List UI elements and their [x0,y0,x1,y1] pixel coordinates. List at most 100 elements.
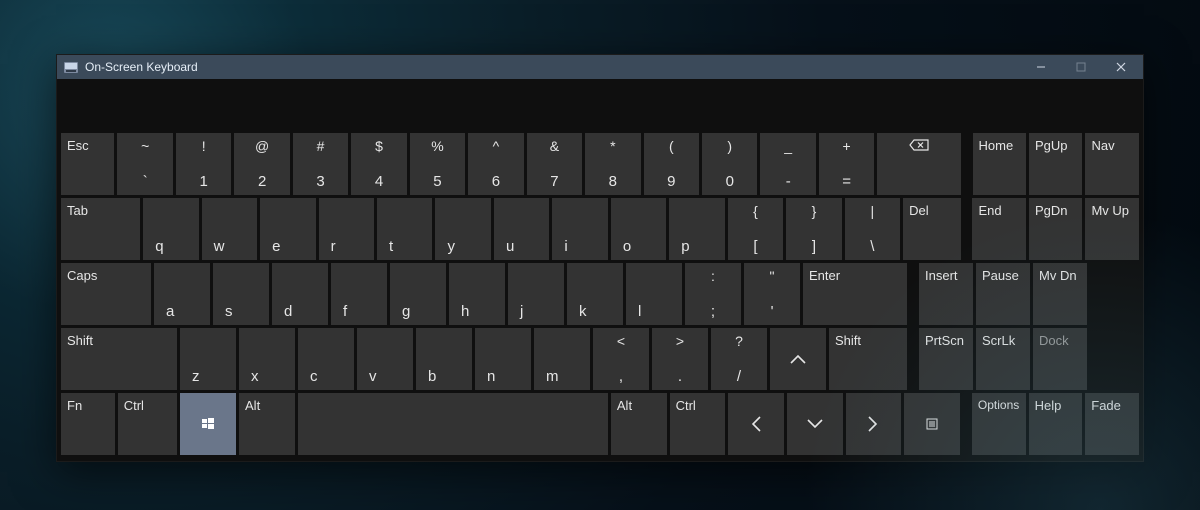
key-arrow-right[interactable] [846,393,902,455]
chevron-up-icon [789,353,807,365]
key-z[interactable]: z [180,328,236,390]
key-u[interactable]: u [494,198,549,260]
key-del[interactable]: Del [903,198,960,260]
key-punct[interactable]: :; [685,263,741,325]
chevron-down-icon [806,418,824,430]
keyboard: Esc ~`!1@2#3$4%5^6&7*8(9)0_-+= Home PgUp… [57,131,1143,461]
chevron-left-icon [750,415,762,433]
key-w[interactable]: w [202,198,257,260]
key-2[interactable]: @2 [234,133,289,195]
key-4[interactable]: $4 [351,133,406,195]
key-p[interactable]: p [669,198,724,260]
row-3: Caps asdfghjkl :;"' Enter Insert Pause M… [61,263,1139,325]
key-[[interactable]: {[ [728,198,783,260]
key-backspace[interactable] [877,133,960,195]
key-9[interactable]: (9 [644,133,699,195]
key-caps[interactable]: Caps [61,263,151,325]
key-j[interactable]: j [508,263,564,325]
key-windows[interactable] [180,393,236,455]
key-0[interactable]: )0 [702,133,757,195]
close-button[interactable] [1101,55,1141,79]
backspace-icon [909,139,929,151]
key-=[interactable]: += [819,133,874,195]
key-options[interactable]: Options [972,393,1026,455]
key-m[interactable]: m [534,328,590,390]
key-pgdn[interactable]: PgDn [1029,198,1082,260]
key-dock[interactable]: Dock [1033,328,1087,390]
key-prtscn[interactable]: PrtScn [919,328,973,390]
key-6[interactable]: ^6 [468,133,523,195]
key-punct[interactable]: "' [744,263,800,325]
key-`[interactable]: ~` [117,133,172,195]
titlebar: On-Screen Keyboard [57,55,1143,79]
key-h[interactable]: h [449,263,505,325]
key-end[interactable]: End [972,198,1025,260]
key-shift-right[interactable]: Shift [829,328,907,390]
key-8[interactable]: *8 [585,133,640,195]
key-f[interactable]: f [331,263,387,325]
key-tab[interactable]: Tab [61,198,140,260]
key-arrow-down[interactable] [787,393,843,455]
row-5: Fn Ctrl Alt Alt Ctrl [61,393,1139,455]
key-pgup[interactable]: PgUp [1029,133,1082,195]
key-y[interactable]: y [435,198,490,260]
key-b[interactable]: b [416,328,472,390]
key-ctrl-left[interactable]: Ctrl [118,393,178,455]
key-arrow-left[interactable] [728,393,784,455]
key-o[interactable]: o [611,198,666,260]
key-pause[interactable]: Pause [976,263,1030,325]
key-insert[interactable]: Insert [919,263,973,325]
row-2: Tab qwertyuiop {[}]|\ Del End PgDn Mv Up [61,198,1139,260]
context-menu-icon [926,418,938,430]
key-1[interactable]: !1 [176,133,231,195]
key-n[interactable]: n [475,328,531,390]
key-mvup[interactable]: Mv Up [1085,198,1138,260]
key-c[interactable]: c [298,328,354,390]
key-d[interactable]: d [272,263,328,325]
key-x[interactable]: x [239,328,295,390]
key-home[interactable]: Home [973,133,1026,195]
key-alt-left[interactable]: Alt [239,393,295,455]
key-i[interactable]: i [552,198,607,260]
key-l[interactable]: l [626,263,682,325]
key-context-menu[interactable] [904,393,960,455]
key-punct[interactable]: ?/ [711,328,767,390]
key-punct[interactable]: >. [652,328,708,390]
maximize-button [1061,55,1101,79]
row-1: Esc ~`!1@2#3$4%5^6&7*8(9)0_-+= Home PgUp… [61,133,1139,195]
key-fn[interactable]: Fn [61,393,115,455]
key-3[interactable]: #3 [293,133,348,195]
minimize-button[interactable] [1021,55,1061,79]
key-esc[interactable]: Esc [61,133,114,195]
key-q[interactable]: q [143,198,198,260]
key-a[interactable]: a [154,263,210,325]
key-scrlk[interactable]: ScrLk [976,328,1030,390]
key--[interactable]: _- [760,133,815,195]
key-t[interactable]: t [377,198,432,260]
key-fade[interactable]: Fade [1085,393,1139,455]
key-v[interactable]: v [357,328,413,390]
key-r[interactable]: r [319,198,374,260]
key-punct[interactable]: <, [593,328,649,390]
key-s[interactable]: s [213,263,269,325]
key-][interactable]: }] [786,198,841,260]
row-4: Shift zxcvbnm <,>.?/ Shift PrtScn ScrLk … [61,328,1139,390]
chevron-right-icon [867,415,879,433]
key-enter[interactable]: Enter [803,263,907,325]
key-e[interactable]: e [260,198,315,260]
windows-icon [202,418,214,430]
key-space[interactable] [298,393,608,455]
key-\[interactable]: |\ [845,198,900,260]
key-help[interactable]: Help [1029,393,1083,455]
key-alt-right[interactable]: Alt [611,393,667,455]
key-shift-left[interactable]: Shift [61,328,177,390]
key-g[interactable]: g [390,263,446,325]
key-mvdn[interactable]: Mv Dn [1033,263,1087,325]
key-ctrl-right[interactable]: Ctrl [670,393,726,455]
key-nav[interactable]: Nav [1085,133,1138,195]
key-5[interactable]: %5 [410,133,465,195]
osk-window: On-Screen Keyboard Esc ~`!1@2#3$4%5^6&7*… [56,54,1144,462]
key-arrow-up[interactable] [770,328,826,390]
key-7[interactable]: &7 [527,133,582,195]
key-k[interactable]: k [567,263,623,325]
